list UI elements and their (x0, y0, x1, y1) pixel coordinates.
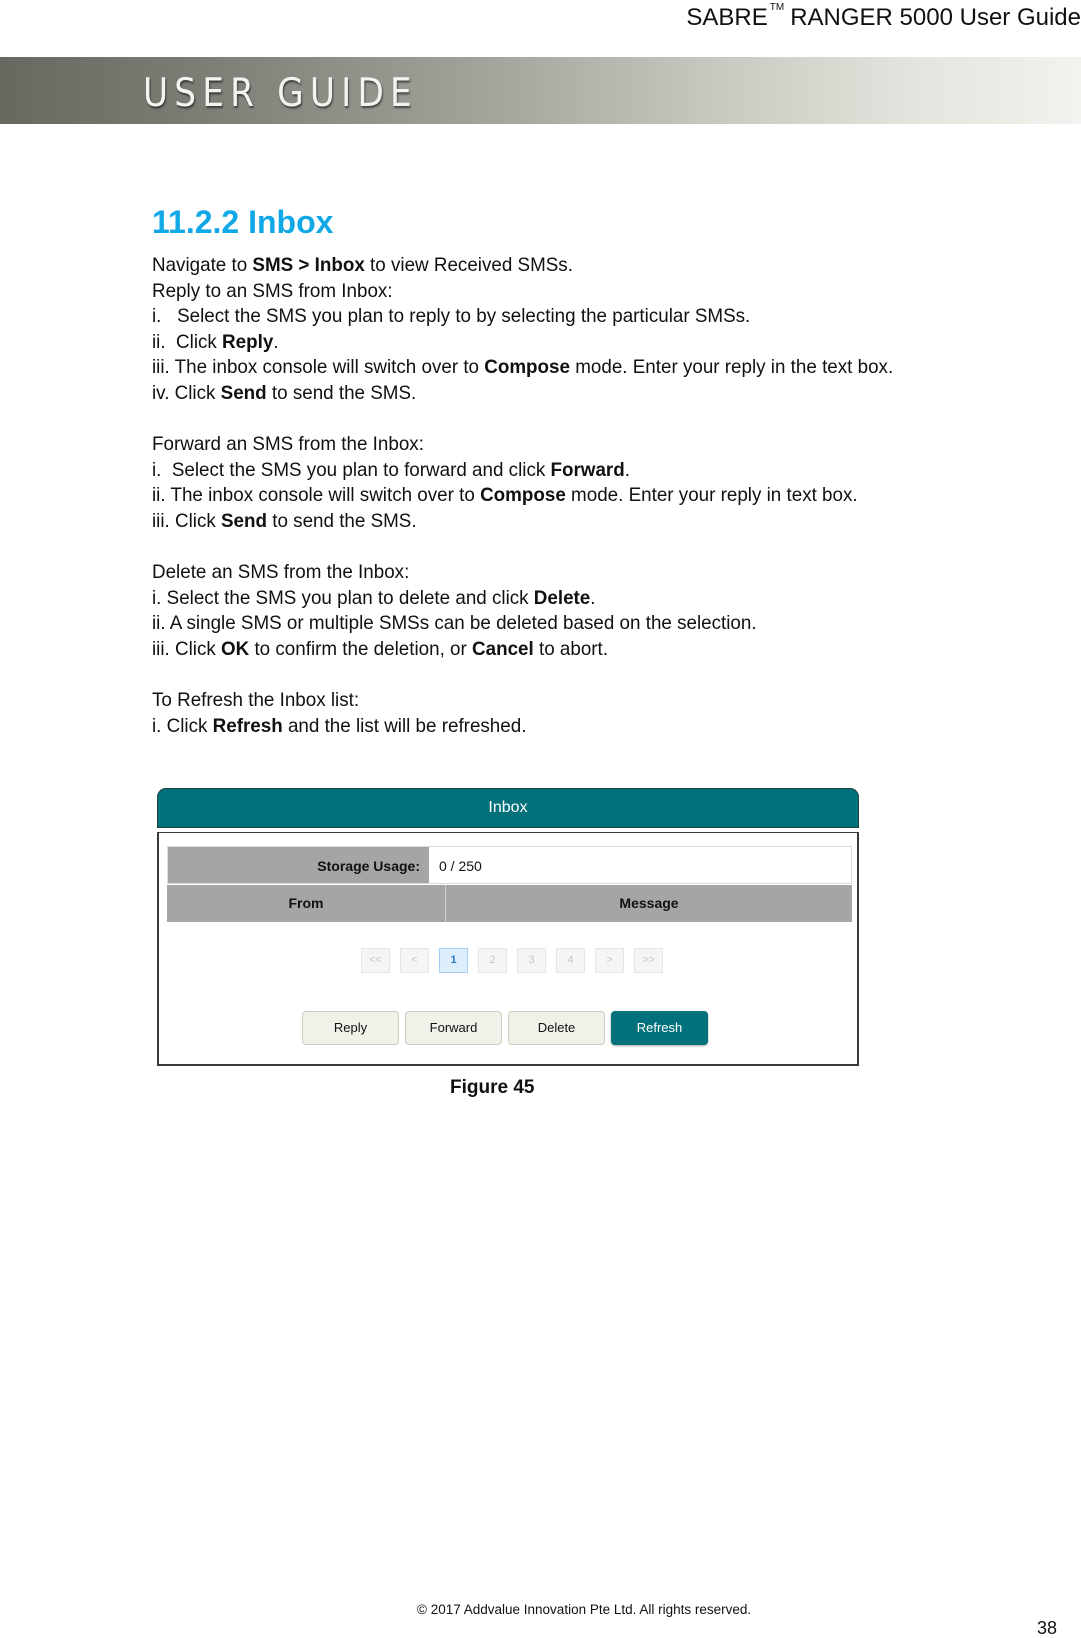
delete-title: Delete an SMS from the Inbox: (152, 561, 410, 584)
delete-step-1: i. Select the SMS you plan to delete and… (152, 586, 1021, 612)
storage-usage-value: 0 / 250 (429, 847, 851, 883)
text: . (273, 330, 279, 353)
text: iii. Click (152, 637, 221, 660)
reply-step-3: iii. The inbox console will switch over … (152, 355, 1021, 381)
forward-button[interactable]: Forward (405, 1011, 502, 1045)
forward-step-3: iii. Click Send to send the SMS. (152, 509, 1021, 535)
reply-step-2: ii. Click Reply. (152, 330, 1021, 356)
next-page-button[interactable]: > (595, 948, 624, 973)
storage-usage-row: Storage Usage: 0 / 250 (167, 846, 852, 884)
bold-term: OK (220, 637, 250, 660)
bold-term: Send (220, 381, 267, 404)
reply-title: Reply to an SMS from Inbox: (152, 279, 393, 302)
section-heading: 11.2.2 Inbox (152, 204, 334, 240)
page-1-button[interactable]: 1 (439, 948, 468, 973)
text: to confirm the deletion, or (249, 637, 473, 660)
bold-term: Compose (480, 484, 566, 507)
bold-term: Forward (550, 458, 625, 481)
delete-step-2: ii. A single SMS or multiple SMSs can be… (152, 612, 757, 635)
inbox-actions: Reply Forward Delete Refresh (302, 1011, 708, 1045)
reply-button[interactable]: Reply (302, 1011, 399, 1045)
product-prefix: SABRE (686, 4, 768, 31)
text: to view Received SMSs. (364, 254, 573, 276)
column-header-message[interactable]: Message (446, 885, 852, 922)
column-header-from[interactable]: From (167, 885, 446, 922)
forward-title: Forward an SMS from the Inbox: (152, 433, 424, 456)
text: i. Select the SMS you plan to forward an… (152, 458, 551, 481)
banner-text: USER GUIDE (143, 71, 418, 116)
bold-term: Delete (533, 586, 591, 609)
text: iii. The inbox console will switch over … (152, 356, 485, 379)
page-2-button[interactable]: 2 (478, 948, 507, 973)
delete-button[interactable]: Delete (508, 1011, 605, 1045)
page-3-button[interactable]: 3 (517, 948, 546, 973)
instructions-body: Navigate to SMS > Inbox to view Received… (152, 253, 1021, 739)
text: iv. Click (152, 381, 221, 404)
text: to abort. (533, 637, 609, 660)
refresh-step-1: i. Click Refresh and the list will be re… (152, 714, 1021, 740)
page-4-button[interactable]: 4 (556, 948, 585, 973)
text: to send the SMS. (267, 509, 417, 532)
inbox-panel-header: Inbox (157, 788, 859, 828)
inbox-table-header: From Message (167, 885, 852, 922)
bold-term: Reply (222, 330, 274, 353)
trademark-symbol: TM (769, 2, 785, 13)
user-guide-banner: USER GUIDE (0, 57, 1081, 124)
storage-usage-label: Storage Usage: (168, 847, 429, 883)
inbox-panel: Storage Usage: 0 / 250 From Message << <… (157, 832, 859, 1066)
bold-term: Send (220, 509, 268, 532)
text: ii. The inbox console will switch over t… (152, 484, 481, 507)
text: i. Select the SMS you plan to delete and… (152, 586, 534, 609)
forward-step-2: ii. The inbox console will switch over t… (152, 483, 1021, 509)
first-page-button[interactable]: << (361, 948, 390, 973)
bold-term: Cancel (472, 637, 534, 660)
pagination: << < 1 2 3 4 > >> (361, 948, 663, 973)
menu-path: SMS > Inbox (252, 254, 365, 276)
forward-step-1: i. Select the SMS you plan to forward an… (152, 458, 1021, 484)
text: iii. Click (152, 509, 221, 532)
refresh-button[interactable]: Refresh (611, 1011, 708, 1045)
text: ii. Click (152, 330, 223, 353)
text: and the list will be refreshed. (282, 714, 527, 737)
bold-term: Compose (484, 356, 570, 379)
text: to send the SMS. (266, 381, 417, 404)
bold-term: Refresh (212, 714, 283, 737)
page-number: 38 (1036, 1618, 1057, 1638)
refresh-title: To Refresh the Inbox list: (152, 689, 360, 712)
delete-step-3: iii. Click OK to confirm the deletion, o… (152, 637, 1021, 663)
text: . (590, 586, 596, 609)
document-title: SABRE TM RANGER 5000 User Guide (686, 2, 1081, 32)
text: mode. Enter your reply in the text box. (569, 356, 894, 379)
previous-page-button[interactable]: < (400, 948, 429, 973)
text: . (624, 458, 630, 481)
reply-step-4: iv. Click Send to send the SMS. (152, 381, 1021, 407)
footer-copyright: © 2017 Addvalue Innovation Pte Ltd. All … (417, 1602, 752, 1617)
text: i. Click (152, 714, 213, 737)
last-page-button[interactable]: >> (634, 948, 663, 973)
product-suffix: RANGER 5000 User Guide (790, 4, 1081, 31)
intro-line: Navigate to SMS > Inbox to view Received… (152, 253, 1021, 279)
reply-step-1: i. Select the SMS you plan to reply to b… (152, 305, 751, 328)
text: Navigate to (152, 254, 253, 276)
figure-caption: Figure 45 (450, 1077, 535, 1098)
text: mode. Enter your reply in text box. (565, 484, 858, 507)
